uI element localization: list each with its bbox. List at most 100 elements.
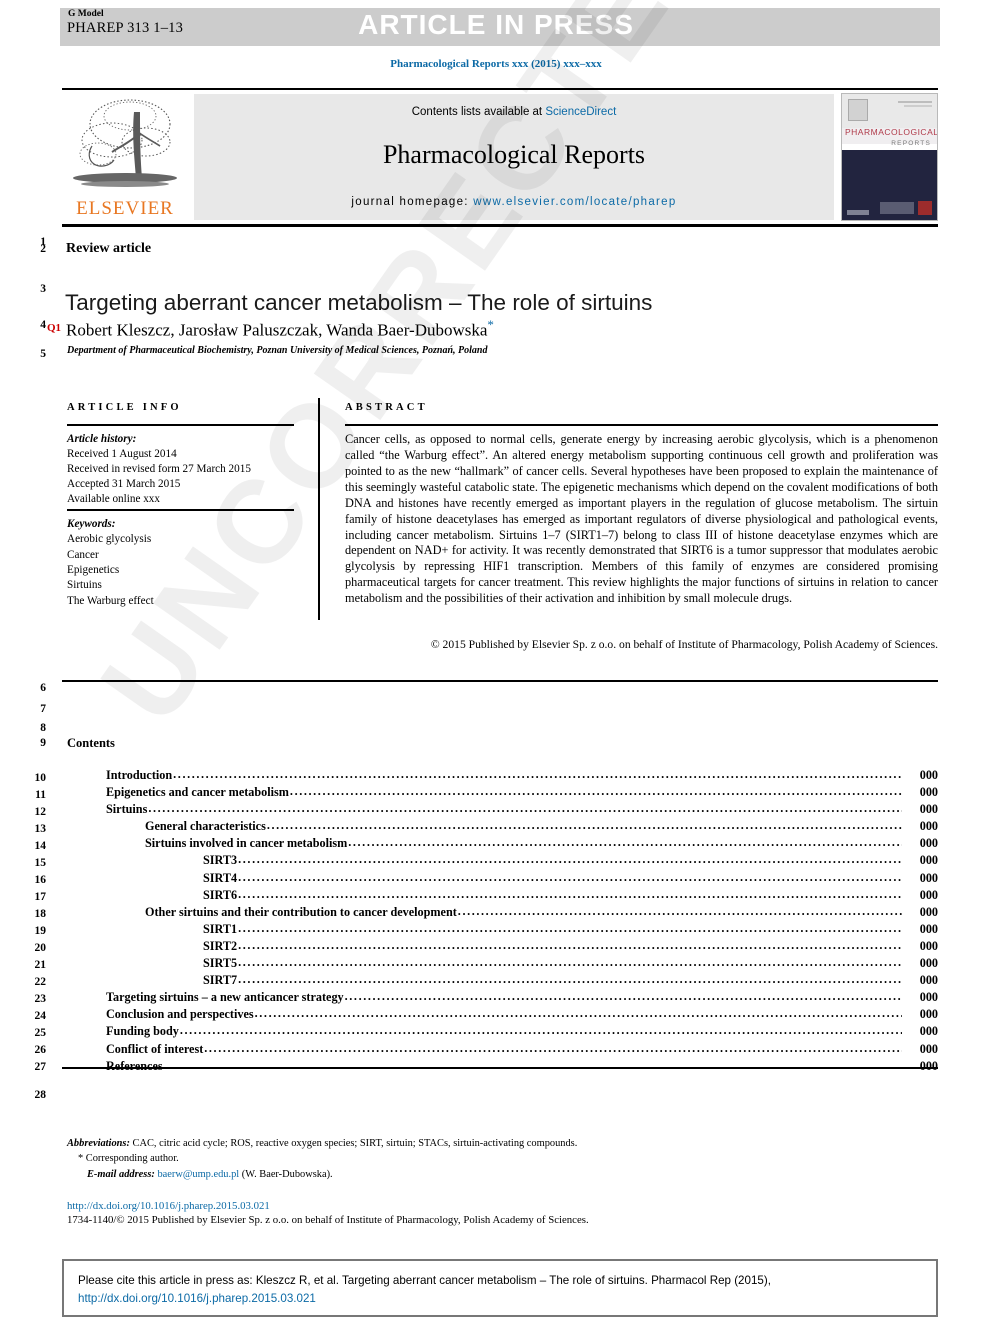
journal-homepage-prefix: journal homepage: [351, 196, 474, 208]
toc-entry[interactable]: Introduction............................… [67, 768, 938, 786]
toc-entry-label: SIRT2 [203, 938, 238, 953]
masthead-top-rule [62, 88, 938, 90]
toc-entry[interactable]: SIRT7...................................… [67, 973, 938, 991]
cover-elsevier-mark [848, 99, 868, 121]
toc-entry-label: Other sirtuins and their contribution to… [145, 904, 457, 919]
abstract-section-rule [62, 680, 938, 682]
cite-sentence: Please cite this article in press as: Kl… [78, 1274, 771, 1287]
toc-leader-dots: ........................................… [163, 1058, 902, 1071]
table-of-contents: Introduction............................… [67, 768, 938, 1077]
abbreviations-body: CAC, citric acid cycle; ROS, reactive ox… [129, 1138, 578, 1149]
toc-entry-label: SIRT1 [203, 921, 238, 936]
keyword-item: Cancer [67, 548, 99, 561]
toc-entry-label: SIRT4 [203, 870, 238, 885]
toc-entry[interactable]: Targeting sirtuins – a new anticancer st… [67, 990, 938, 1008]
toc-entry[interactable]: General characteristics.................… [67, 819, 938, 837]
toc-entry-page: 000 [919, 990, 938, 1005]
toc-entry-page: 000 [919, 785, 938, 800]
cover-footer-left-mark [847, 210, 869, 215]
line-number: 4 [40, 319, 46, 331]
abbreviations-title: Abbreviations: [67, 1138, 130, 1149]
journal-reference-line: Pharmacological Reports xxx (2015) xxx–x… [390, 58, 602, 70]
toc-leader-dots: ........................................… [238, 853, 902, 866]
masthead-bottom-rule [62, 224, 938, 227]
cover-header-line-2 [904, 105, 932, 107]
issn-copyright-line: 1734-1140/© 2015 Published by Elsevier S… [67, 1214, 589, 1226]
toc-leader-dots: ........................................… [238, 921, 902, 935]
cite-doi-link[interactable]: http://dx.doi.org/10.1016/j.pharep.2015.… [78, 1292, 316, 1305]
email-address-link[interactable]: baerw@ump.edu.pl [157, 1169, 239, 1180]
toc-entry[interactable]: Sirtuins involved in cancer metabolism..… [67, 836, 938, 854]
line-number: 20 [34, 942, 47, 954]
abstract-rule [345, 424, 938, 426]
toc-entry-label: Targeting sirtuins – a new anticancer st… [106, 990, 344, 1005]
contents-available-prefix: Contents lists available at [411, 106, 546, 118]
toc-entry[interactable]: Epigenetics and cancer metabolism.......… [67, 785, 938, 803]
toc-entry[interactable]: SIRT1...................................… [67, 921, 938, 940]
toc-entry[interactable]: SIRT5...................................… [67, 956, 938, 974]
contents-bottom-rule [62, 1067, 938, 1069]
toc-leader-dots: ........................................… [238, 887, 902, 900]
abstract-body: Cancer cells, as opposed to normal cells… [345, 432, 938, 606]
line-number: 9 [40, 737, 46, 749]
toc-leader-dots: ........................................… [238, 956, 902, 969]
toc-entry[interactable]: Conclusion and perspectives.............… [67, 1007, 938, 1025]
article-history-item: Received in revised form 27 March 2015 [67, 463, 251, 475]
line-number: 5 [40, 348, 46, 360]
line-number: 8 [40, 722, 46, 734]
journal-cover-thumbnail: PHARMACOLOGICAL REPORTS [841, 93, 938, 221]
doi-link[interactable]: http://dx.doi.org/10.1016/j.pharep.2015.… [67, 1200, 270, 1212]
toc-entry-page: 000 [919, 887, 938, 902]
sciencedirect-link[interactable]: ScienceDirect [545, 106, 616, 118]
keyword-item: Aerobic glycolysis [67, 533, 152, 546]
line-number: 14 [34, 840, 47, 852]
line-number: 13 [34, 823, 47, 835]
line-number: 21 [34, 959, 47, 971]
author-names: Robert Kleszcz, Jarosław Paluszczak, Wan… [66, 320, 488, 340]
article-info-rule-bottom [67, 509, 294, 511]
toc-leader-dots: ........................................… [266, 819, 902, 832]
line-number: 26 [34, 1044, 47, 1056]
journal-homepage-line: journal homepage: www.elsevier.com/locat… [194, 196, 834, 208]
cover-header-line-1 [898, 101, 932, 103]
toc-entry-page: 000 [919, 836, 938, 851]
line-number: 16 [34, 874, 47, 886]
toc-entry[interactable]: Other sirtuins and their contribution to… [67, 904, 938, 923]
article-in-press-text: ARTICLE IN PRESS [358, 9, 634, 40]
toc-entry-label: SIRT3 [203, 853, 238, 868]
journal-homepage-link[interactable]: www.elsevier.com/locate/pharep [473, 196, 676, 208]
line-number: 3 [40, 283, 46, 295]
toc-leader-dots: ........................................… [348, 836, 902, 849]
toc-leader-dots: ........................................… [204, 1041, 902, 1054]
toc-entry-label: Sirtuins involved in cancer metabolism [145, 836, 348, 851]
toc-leader-dots: ........................................… [344, 990, 902, 1003]
article-info-rule-top [67, 424, 294, 426]
toc-entry-page: 000 [919, 802, 938, 817]
toc-entry[interactable]: Sirtuins................................… [67, 802, 938, 820]
toc-entry[interactable]: Conflict of interest....................… [67, 1041, 938, 1060]
keyword-item: Sirtuins [67, 579, 102, 592]
toc-entry-label: Funding body [106, 1024, 179, 1039]
line-number: 28 [34, 1089, 47, 1101]
toc-entry[interactable]: SIRT2...................................… [67, 938, 938, 957]
toc-entry[interactable]: Funding body............................… [67, 1024, 938, 1042]
toc-entry[interactable]: SIRT3...................................… [67, 853, 938, 871]
article-info-heading: ARTICLE INFO [67, 402, 182, 413]
keyword-item: Epigenetics [67, 564, 120, 577]
line-number: 22 [34, 976, 47, 988]
toc-entry-page: 000 [919, 973, 938, 988]
toc-entry-page: 000 [919, 938, 938, 953]
line-number: 6 [40, 682, 46, 694]
email-address-owner: (W. Baer-Dubowska). [239, 1168, 333, 1180]
toc-entry[interactable]: SIRT6...................................… [67, 887, 938, 906]
line-number: 12 [34, 806, 47, 818]
line-number: 23 [34, 993, 47, 1005]
contents-heading: Contents [67, 736, 115, 750]
toc-entry-label: References [106, 1058, 163, 1073]
toc-entry-label: Conflict of interest [106, 1041, 204, 1056]
article-type-label: Review article [66, 241, 152, 256]
footnotes-block: Abbreviations: CAC, citric acid cycle; R… [67, 1136, 947, 1182]
toc-entry[interactable]: SIRT4...................................… [67, 870, 938, 889]
toc-entry-page: 000 [919, 853, 938, 868]
article-history-title: Article history: [67, 433, 137, 445]
